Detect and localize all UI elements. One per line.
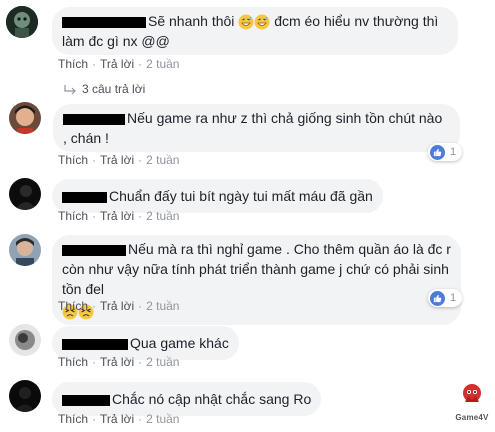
avatar[interactable] — [6, 6, 38, 38]
comment-actions: Thích · Trả lời · 2 tuần — [58, 412, 179, 426]
comment-bubble: Sẽ nhanh thôi đcm éo hiểu nv thường thì … — [52, 7, 458, 55]
avatar[interactable] — [9, 324, 41, 356]
avatar-image — [6, 6, 38, 38]
avatar[interactable] — [9, 178, 41, 210]
avatar-image — [9, 234, 41, 266]
redacted-username — [63, 113, 125, 125]
comment-bubble: Chuẩn đấy tui bít ngày tui mất máu đã gầ… — [52, 179, 383, 213]
timestamp[interactable]: 2 tuần — [146, 355, 179, 369]
redacted-username — [62, 338, 128, 350]
separator: · — [92, 355, 97, 369]
separator: · — [138, 355, 143, 369]
view-replies-link[interactable]: 3 câu trả lời — [64, 82, 145, 96]
timestamp[interactable]: 2 tuần — [146, 57, 179, 71]
reply-link[interactable]: Trả lời — [100, 299, 134, 313]
separator: · — [138, 57, 143, 71]
comment-text: Sẽ nhanh thôi — [148, 13, 235, 29]
reply-link[interactable]: Trả lời — [100, 412, 134, 426]
comment-bubble: Chắc nó cập nhật chắc sang Ro — [52, 382, 322, 416]
like-link[interactable]: Thích — [58, 355, 88, 369]
comment-text: Qua game khác — [130, 335, 229, 351]
reply-link[interactable]: Trả lời — [100, 355, 134, 369]
grinning-sweat-emoji-icon — [254, 14, 270, 30]
separator: · — [92, 57, 97, 71]
timestamp[interactable]: 2 tuần — [146, 299, 179, 313]
reply-link[interactable]: Trả lời — [100, 153, 134, 167]
separator: · — [138, 299, 143, 313]
redacted-username — [62, 244, 126, 256]
redacted-username — [62, 394, 110, 406]
comment-actions: Thích · Trả lời · 2 tuần — [58, 355, 179, 369]
comment-actions: Thích · Trả lời · 2 tuần — [58, 299, 179, 313]
replies-count-label: 3 câu trả lời — [82, 82, 146, 96]
comment-actions: Thích · Trả lời · 2 tuần — [58, 57, 179, 71]
watermark-text: Game4V — [455, 413, 489, 422]
reply-link[interactable]: Trả lời — [100, 57, 134, 71]
comment-actions: Thích · Trả lời · 2 tuần — [58, 153, 179, 167]
separator: · — [138, 209, 143, 223]
thumbs-up-icon — [430, 290, 445, 306]
like-link[interactable]: Thích — [58, 299, 88, 313]
separator: · — [92, 209, 97, 223]
separator: · — [138, 412, 143, 426]
like-link[interactable]: Thích — [58, 209, 88, 223]
like-link[interactable]: Thích — [58, 57, 88, 71]
comment-text: Chuẩn đấy tui bít ngày tui mất máu đã gầ… — [109, 188, 373, 204]
like-link[interactable]: Thích — [58, 153, 88, 167]
reply-link[interactable]: Trả lời — [100, 209, 134, 223]
separator: · — [138, 153, 143, 167]
separator: · — [92, 412, 97, 426]
timestamp[interactable]: 2 tuần — [146, 209, 179, 223]
like-link[interactable]: Thích — [58, 412, 88, 426]
reaction-count: 1 — [450, 292, 457, 304]
redacted-username — [62, 191, 107, 203]
thumbs-up-icon — [430, 144, 445, 160]
avatar-image — [9, 178, 41, 210]
comment-text: Chắc nó cập nhật chắc sang Ro — [112, 391, 312, 407]
reaction-badge[interactable]: 1 — [428, 143, 463, 161]
avatar[interactable] — [9, 234, 41, 266]
game4v-logo-icon — [463, 384, 481, 402]
reaction-count: 1 — [450, 146, 457, 158]
avatar[interactable] — [9, 102, 41, 134]
comment-bubble: Nếu game ra như z thì chả giống sinh tồn… — [53, 104, 460, 152]
comment-actions: Thích · Trả lời · 2 tuần — [58, 209, 179, 223]
reaction-badge[interactable]: 1 — [428, 289, 463, 307]
separator: · — [92, 153, 97, 167]
avatar-image — [9, 380, 41, 412]
grinning-sweat-emoji-icon — [238, 14, 254, 30]
separator: · — [92, 299, 97, 313]
timestamp[interactable]: 2 tuần — [146, 412, 179, 426]
watermark-logo: Game4V — [452, 382, 492, 422]
avatar[interactable] — [9, 380, 41, 412]
redacted-username — [62, 16, 146, 28]
avatar-image — [9, 324, 41, 356]
avatar-image — [9, 102, 41, 134]
timestamp[interactable]: 2 tuần — [146, 153, 179, 167]
reply-arrow-icon — [64, 84, 76, 95]
